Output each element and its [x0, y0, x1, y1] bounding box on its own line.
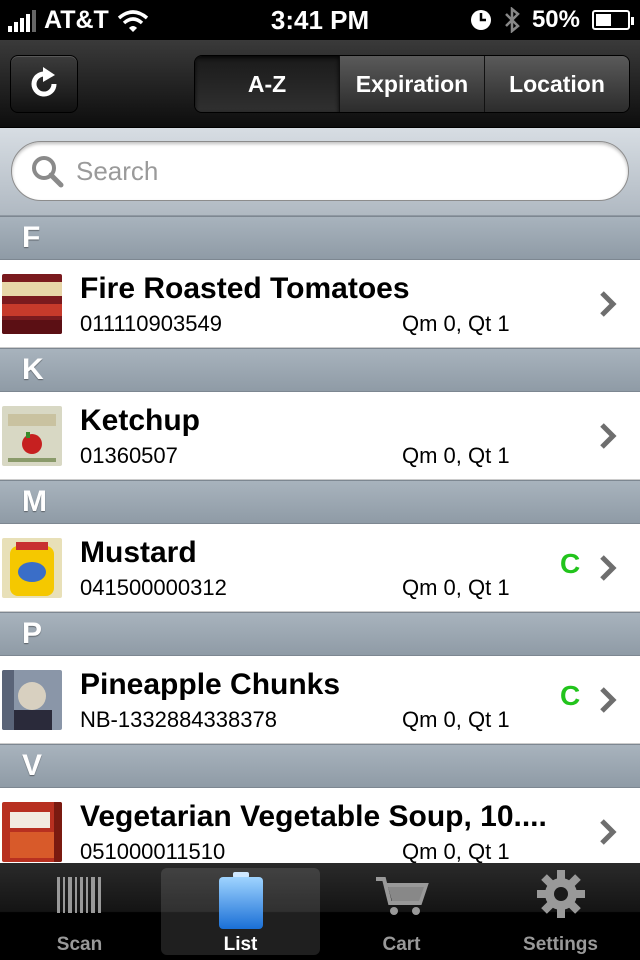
item-quantity: Qm 0, Qt 1 — [402, 443, 510, 468]
item-flag: C — [560, 548, 581, 579]
item-barcode: 011110903549 — [80, 311, 222, 336]
chevron-right-icon — [600, 819, 617, 845]
chevron-right-icon — [600, 687, 617, 713]
item-name: Ketchup — [80, 404, 200, 437]
tab-settings[interactable]: Settings — [481, 863, 640, 960]
alarm-clock-icon — [470, 10, 491, 30]
search-input[interactable] — [76, 155, 576, 187]
segment-location[interactable]: Location — [484, 56, 629, 112]
status-right: 50% — [470, 6, 634, 34]
list-item[interactable]: Vegetarian Vegetable Soup, 10.... 051000… — [0, 788, 640, 863]
item-barcode: 051000011510 — [80, 839, 226, 863]
item-barcode: 01360507 — [80, 443, 178, 468]
tab-label: Cart — [382, 934, 421, 955]
section-header-k: K — [0, 348, 640, 392]
chevron-right-icon — [600, 423, 617, 449]
item-quantity: Qm 0, Qt 1 — [402, 839, 510, 863]
list-item[interactable]: Fire Roasted Tomatoes 011110903549 Qm 0,… — [0, 260, 640, 348]
refresh-button[interactable] — [10, 55, 78, 113]
bluetooth-icon — [505, 7, 520, 33]
item-flag: C — [560, 680, 581, 711]
product-thumbnail — [2, 274, 62, 334]
refresh-icon — [31, 67, 57, 97]
section-header-f: F — [0, 216, 640, 260]
section-header-v: V — [0, 744, 640, 788]
chevron-right-icon — [600, 555, 617, 581]
battery-icon — [592, 10, 634, 30]
tab-cart[interactable]: Cart — [322, 863, 481, 960]
item-list: F Fire Roasted Tomatoes 011110903549 Qm … — [0, 216, 640, 863]
item-name: Vegetarian Vegetable Soup, 10.... — [80, 800, 547, 833]
tab-list[interactable]: List — [161, 868, 320, 955]
battery-percent: 50% — [531, 6, 580, 33]
section-header-m: M — [0, 480, 640, 524]
item-barcode: NB-1332884338378 — [80, 707, 277, 732]
section-header-p: P — [0, 612, 640, 656]
item-name: Fire Roasted Tomatoes — [80, 272, 410, 305]
product-thumbnail — [2, 802, 62, 862]
cart-icon — [375, 877, 429, 915]
list-clipboard-icon — [218, 872, 263, 929]
tab-label: Scan — [56, 934, 103, 955]
item-name: Pineapple Chunks — [80, 668, 341, 701]
nav-bar: A-Z Expiration Location — [0, 40, 640, 128]
tab-scan[interactable]: Scan — [0, 863, 159, 960]
status-bar: AT&T 3:41 PM 50% — [0, 0, 640, 40]
barcode-icon — [56, 877, 101, 913]
tab-label: List — [223, 934, 258, 955]
search-field[interactable] — [11, 141, 629, 201]
gear-icon — [536, 870, 585, 918]
sort-segmented-control: A-Z Expiration Location — [194, 55, 630, 113]
list-item[interactable]: Pineapple Chunks NB-1332884338378 Qm 0, … — [0, 656, 640, 744]
segment-expiration[interactable]: Expiration — [339, 56, 484, 112]
tab-label: Settings — [523, 934, 598, 955]
product-thumbnail — [2, 406, 62, 466]
item-barcode: 041500000312 — [80, 575, 227, 600]
item-quantity: Qm 0, Qt 1 — [402, 311, 510, 336]
list-item[interactable]: Mustard 041500000312 Qm 0, Qt 1 C — [0, 524, 640, 612]
tab-bar: Scan List Cart Settings — [0, 863, 640, 960]
product-thumbnail — [2, 670, 62, 730]
chevron-right-icon — [600, 291, 617, 317]
list-item[interactable]: Ketchup 01360507 Qm 0, Qt 1 — [0, 392, 640, 480]
item-quantity: Qm 0, Qt 1 — [402, 575, 510, 600]
product-thumbnail — [2, 538, 62, 598]
item-quantity: Qm 0, Qt 1 — [402, 707, 510, 732]
item-name: Mustard — [80, 536, 197, 569]
segment-a-z[interactable]: A-Z — [195, 56, 339, 112]
search-bar — [0, 128, 640, 216]
search-icon — [32, 156, 64, 188]
